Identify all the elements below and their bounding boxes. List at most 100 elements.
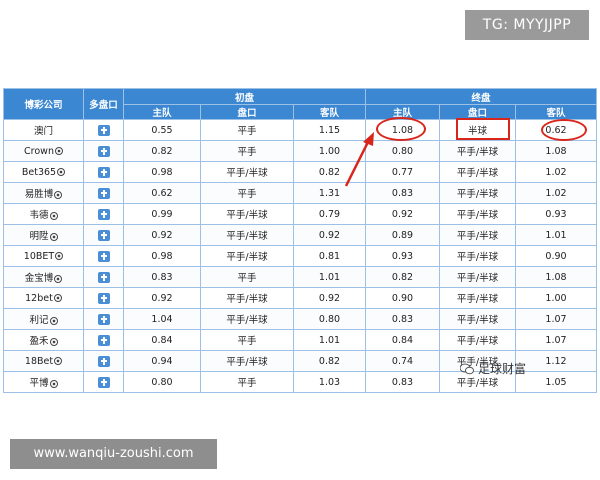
expand-plus-icon[interactable]	[97, 124, 110, 136]
fin-hcp-cell: 平手/半球	[439, 266, 516, 288]
multi-handicap-cell	[83, 203, 124, 225]
init-hcp-cell: 平手	[200, 119, 294, 141]
expand-plus-icon[interactable]	[97, 334, 110, 346]
expand-plus-icon[interactable]	[97, 166, 110, 178]
football-icon	[53, 294, 62, 302]
company-name[interactable]: 澳门	[34, 126, 53, 137]
blank-area	[0, 394, 600, 434]
fin-away-cell: 1.05	[515, 371, 597, 393]
expand-plus-icon[interactable]	[97, 145, 110, 157]
expand-plus-icon[interactable]	[97, 187, 110, 199]
init-home-cell: 0.99	[123, 203, 201, 225]
init-hcp-cell: 平手	[200, 266, 294, 288]
table-row: 盈禾 0.84 平手 1.01 0.84 平手/半球 1.07	[3, 329, 597, 351]
init-home-cell: 0.82	[123, 140, 201, 162]
company-cell[interactable]: 利记	[3, 308, 84, 330]
header-final: 终盘	[365, 88, 597, 105]
fin-home-cell: 0.89	[365, 224, 440, 246]
expand-plus-icon[interactable]	[97, 313, 110, 325]
company-cell[interactable]: 韦德	[3, 203, 84, 225]
company-name[interactable]: 18Bet	[25, 356, 53, 367]
init-home-cell: 0.98	[123, 245, 201, 267]
expand-plus-icon[interactable]	[97, 250, 110, 262]
multi-handicap-cell	[83, 350, 124, 372]
fin-hcp-cell: 平手/半球	[439, 203, 516, 225]
company-name[interactable]: 易胜博	[25, 189, 54, 200]
fin-away-cell: 1.00	[515, 287, 597, 309]
header-multi: 多盘口	[83, 88, 124, 120]
multi-handicap-cell	[83, 371, 124, 393]
company-name[interactable]: 12bet	[25, 293, 53, 304]
football-icon	[54, 190, 63, 199]
company-name[interactable]: Bet365	[22, 167, 56, 178]
multi-handicap-cell	[83, 308, 124, 330]
fin-away-cell: 1.12	[515, 350, 597, 372]
company-cell[interactable]: 金宝博	[3, 266, 84, 288]
fin-hcp-cell: 平手/半球	[439, 245, 516, 267]
init-hcp-cell: 平手	[200, 329, 294, 351]
company-name[interactable]: 韦德	[29, 210, 48, 221]
company-cell[interactable]: 10BET	[3, 245, 84, 267]
expand-plus-icon[interactable]	[97, 292, 110, 304]
fin-away-cell: 1.07	[515, 308, 597, 330]
multi-handicap-cell	[83, 224, 124, 246]
company-cell[interactable]: Bet365	[3, 161, 84, 183]
company-cell[interactable]: 澳门	[3, 119, 84, 141]
football-icon	[49, 316, 58, 325]
company-name[interactable]: 金宝博	[25, 273, 54, 284]
fin-away-cell: 1.01	[515, 224, 597, 246]
company-name[interactable]: 平博	[29, 378, 48, 389]
company-name[interactable]: Crown	[24, 146, 54, 157]
fin-home-cell: 0.93	[365, 245, 440, 267]
header-fin-away: 客队	[515, 104, 597, 120]
company-name[interactable]: 盈禾	[29, 336, 48, 347]
wechat-watermark: 足球财富	[460, 360, 526, 377]
football-icon	[54, 357, 63, 365]
init-hcp-cell: 平手/半球	[200, 224, 294, 246]
init-away-cell: 1.03	[293, 371, 366, 393]
fin-away-cell: 1.02	[515, 182, 597, 204]
company-cell[interactable]: 盈禾	[3, 329, 84, 351]
init-hcp-cell: 平手/半球	[200, 161, 294, 183]
company-name[interactable]: 10BET	[24, 251, 54, 262]
init-home-cell: 0.92	[123, 224, 201, 246]
company-name[interactable]: 明陞	[29, 231, 48, 242]
expand-plus-icon[interactable]	[97, 271, 110, 283]
init-hcp-cell: 平手/半球	[200, 308, 294, 330]
company-cell[interactable]: 明陞	[3, 224, 84, 246]
expand-plus-icon[interactable]	[97, 355, 110, 367]
table-row: Bet365 0.98 平手/半球 0.82 0.77 平手/半球 1.02	[3, 161, 597, 183]
header-company: 博彩公司	[3, 88, 84, 120]
expand-plus-icon[interactable]	[97, 229, 110, 241]
football-icon	[55, 252, 64, 260]
init-home-cell: 0.98	[123, 161, 201, 183]
table-row: 明陞 0.92 平手/半球 0.92 0.89 平手/半球 1.01	[3, 224, 597, 246]
init-hcp-cell: 平手/半球	[200, 203, 294, 225]
company-cell[interactable]: 易胜博	[3, 182, 84, 204]
company-cell[interactable]: 18Bet	[3, 350, 84, 372]
table-row: 金宝博 0.83 平手 1.01 0.82 平手/半球 1.08	[3, 266, 597, 288]
fin-hcp-cell: 平手/半球	[439, 287, 516, 309]
football-icon	[54, 274, 63, 283]
expand-plus-icon[interactable]	[97, 376, 110, 388]
company-cell[interactable]: 平博	[3, 371, 84, 393]
table-row: 易胜博 0.62 平手 1.31 0.83 平手/半球 1.02	[3, 182, 597, 204]
fin-home-cell: 0.83	[365, 308, 440, 330]
company-cell[interactable]: Crown	[3, 140, 84, 162]
init-home-cell: 0.62	[123, 182, 201, 204]
init-hcp-cell: 平手/半球	[200, 287, 294, 309]
company-cell[interactable]: 12bet	[3, 287, 84, 309]
football-icon	[57, 168, 66, 176]
fin-home-cell: 0.92	[365, 203, 440, 225]
fin-hcp-cell: 平手/半球	[439, 224, 516, 246]
table-row: 利记 1.04 平手/半球 0.80 0.83 平手/半球 1.07	[3, 308, 597, 330]
company-name[interactable]: 利记	[29, 315, 48, 326]
fin-hcp-cell: 平手/半球	[439, 161, 516, 183]
fin-hcp-cell: 平手/半球	[439, 308, 516, 330]
highlight-ring-home	[376, 117, 426, 141]
init-home-cell: 0.84	[123, 329, 201, 351]
init-away-cell: 1.01	[293, 329, 366, 351]
expand-plus-icon[interactable]	[97, 208, 110, 220]
init-away-cell: 0.80	[293, 308, 366, 330]
football-icon	[54, 147, 63, 155]
